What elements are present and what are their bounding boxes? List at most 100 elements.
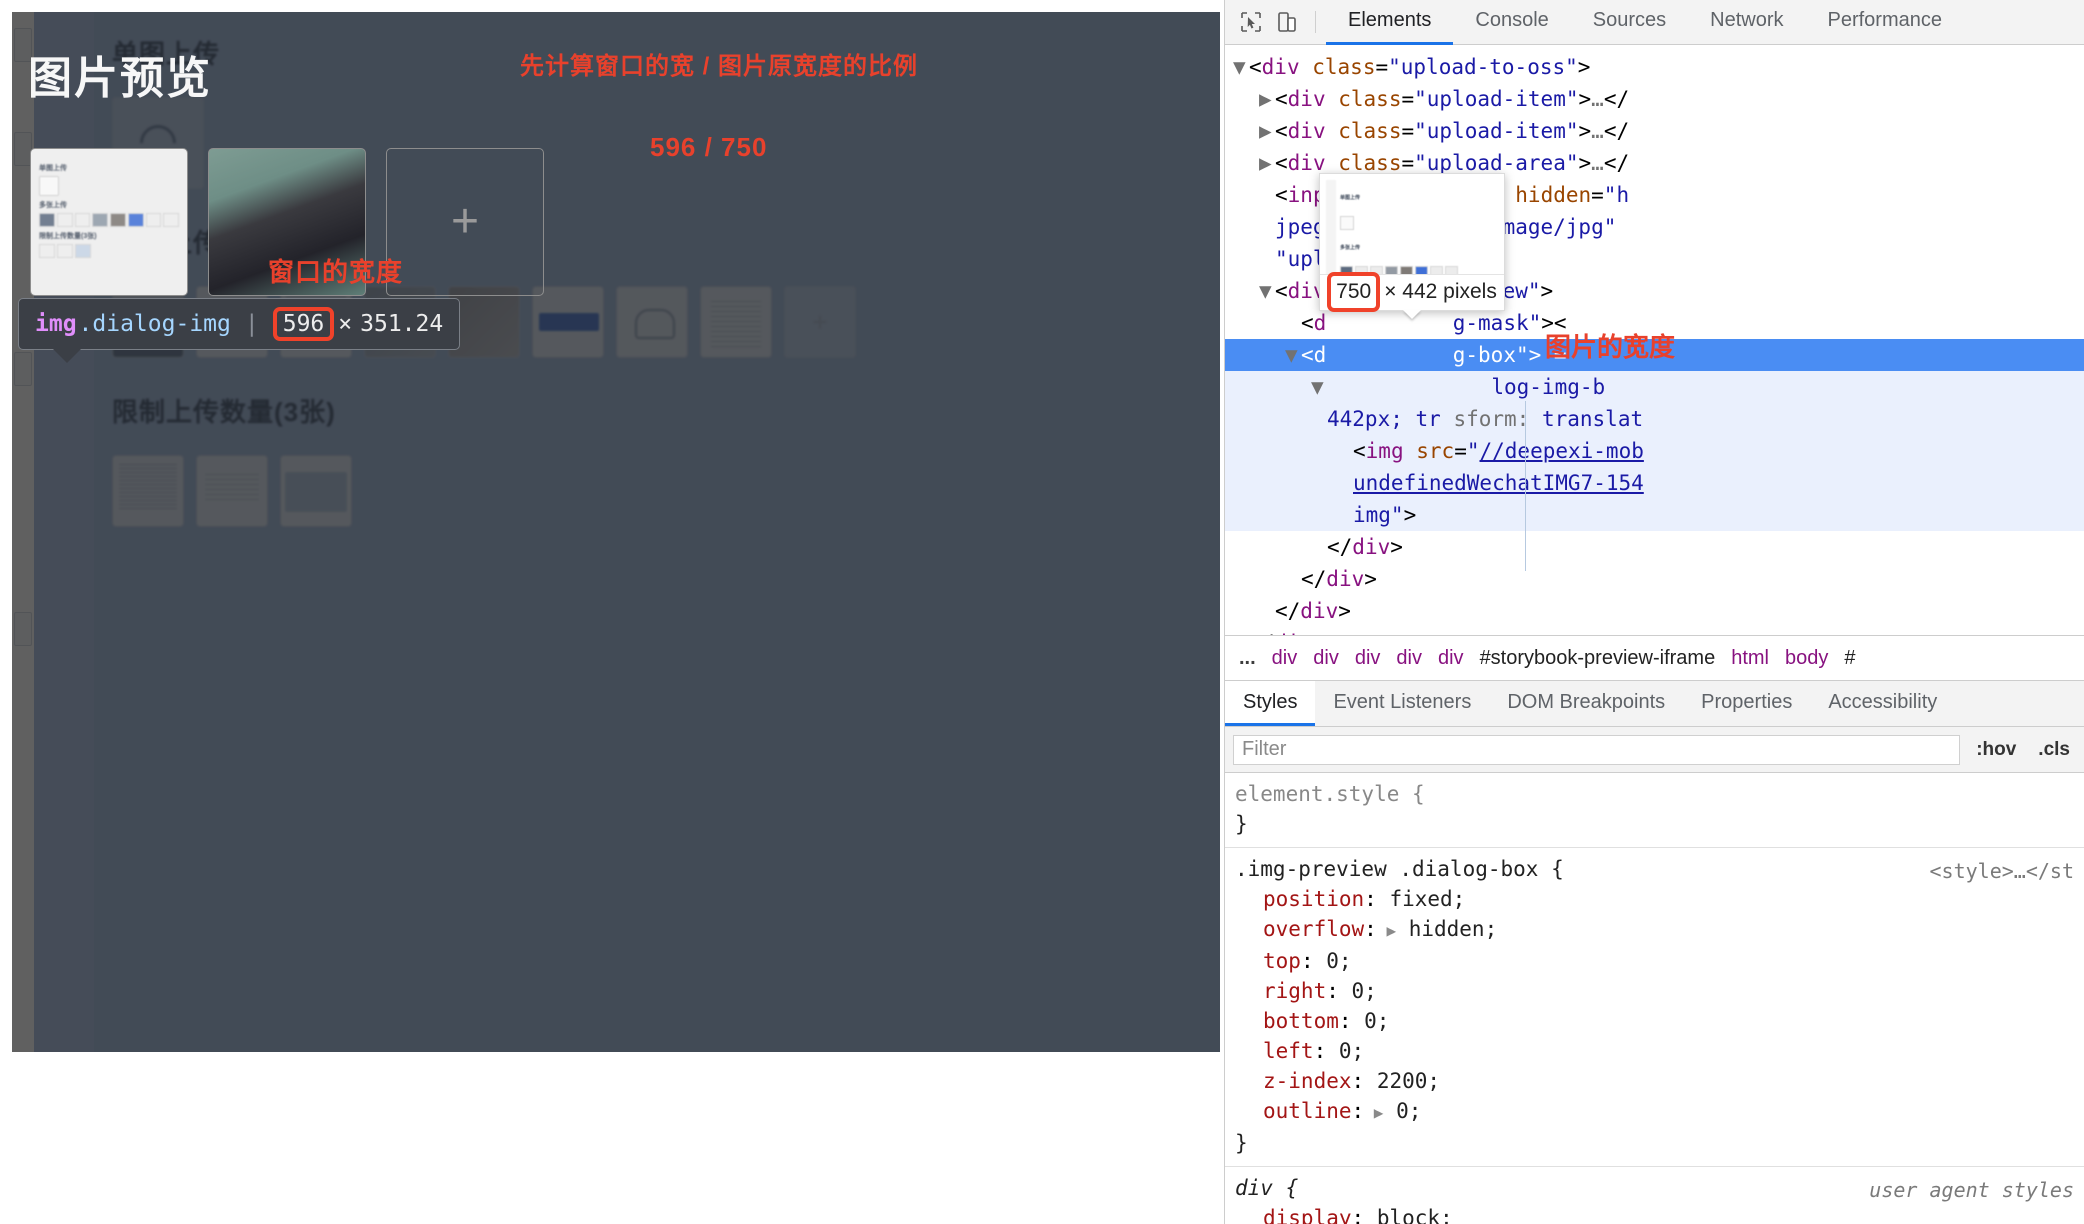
devtools-toolbar: Elements Console Sources Network Perform… xyxy=(1225,0,2084,45)
style-declaration[interactable]: bottom: 0; xyxy=(1225,1006,2084,1036)
style-rule-source[interactable]: user agent styles xyxy=(1869,1175,2074,1205)
dom-node-line[interactable]: <img src="//deepexi-mob xyxy=(1225,435,2084,467)
declaration-value[interactable]: 0; xyxy=(1314,949,1351,973)
declaration-expand-icon[interactable]: ▶ xyxy=(1377,921,1396,940)
breadcrumb: ... div div div div div #storybook-previ… xyxy=(1225,635,2084,682)
breadcrumb-item[interactable]: body xyxy=(1785,647,1828,670)
dom-node-line[interactable]: </div> xyxy=(1225,563,2084,595)
device-toolbar-icon[interactable] xyxy=(1269,6,1305,38)
twisty-collapsed-icon[interactable]: ▶ xyxy=(1259,83,1275,115)
declaration-colon: : xyxy=(1364,917,1377,942)
mini-thumb xyxy=(39,213,55,227)
breadcrumb-item[interactable]: #storybook-preview-iframe xyxy=(1480,647,1716,670)
twisty-expanded-icon[interactable]: ▼ xyxy=(1233,51,1249,83)
mini-thumb xyxy=(145,213,162,227)
popup-heading: 多张上传 xyxy=(1340,245,1361,251)
declaration-colon: : xyxy=(1351,1069,1365,1094)
tooltip-tag-name: img xyxy=(35,311,77,337)
style-declaration[interactable]: left: 0; xyxy=(1225,1036,2084,1066)
dom-node-markup: "upl xyxy=(1275,247,1326,271)
popup-arrow xyxy=(1403,310,1421,319)
breadcrumb-item[interactable]: html xyxy=(1731,647,1769,670)
mini-thumb xyxy=(39,244,55,258)
declaration-value[interactable]: 2200; xyxy=(1364,1069,1440,1093)
style-declaration[interactable]: overflow: ▶ hidden; xyxy=(1225,914,2084,946)
devtools-tabs: Elements Console Sources Network Perform… xyxy=(1326,0,1964,45)
declaration-value[interactable]: block; xyxy=(1364,1206,1453,1224)
declaration-value[interactable]: fixed; xyxy=(1377,887,1465,911)
breadcrumb-item[interactable]: div xyxy=(1396,647,1422,670)
declaration-colon: : xyxy=(1300,949,1314,974)
style-declaration[interactable]: outline: ▶ 0; xyxy=(1225,1096,2084,1128)
cls-toggle-button[interactable]: .cls xyxy=(2032,739,2076,761)
breadcrumb-item[interactable]: div xyxy=(1313,647,1339,670)
style-rule-selector[interactable]: element.style { xyxy=(1225,779,2084,809)
tab-dom-breakpoints[interactable]: DOM Breakpoints xyxy=(1489,681,1683,726)
preview-slot-add[interactable]: + xyxy=(386,148,544,296)
style-declaration[interactable]: position: fixed; xyxy=(1225,884,2084,914)
dom-node-line[interactable]: </div> xyxy=(1225,531,2084,563)
tab-elements[interactable]: Elements xyxy=(1326,0,1454,45)
preview-slot-screenshot[interactable]: 单图上传 多张上传 限制上传数量(3张) xyxy=(30,148,188,296)
declaration-colon: : xyxy=(1338,1009,1352,1034)
tab-accessibility[interactable]: Accessibility xyxy=(1810,681,1955,726)
declaration-property: display xyxy=(1263,1206,1352,1224)
breadcrumb-item[interactable]: ... xyxy=(1239,647,1256,670)
tab-console[interactable]: Console xyxy=(1453,0,1570,45)
declaration-value[interactable]: hidden; xyxy=(1396,917,1498,941)
tab-performance[interactable]: Performance xyxy=(1806,0,1965,45)
dom-node-line[interactable]: </div> xyxy=(1225,595,2084,627)
twisty-expanded-icon[interactable]: ▼ xyxy=(1311,371,1327,403)
tab-event-listeners[interactable]: Event Listeners xyxy=(1315,681,1489,726)
breadcrumb-item[interactable]: div xyxy=(1272,647,1298,670)
style-declaration[interactable]: top: 0; xyxy=(1225,946,2084,976)
tab-network[interactable]: Network xyxy=(1688,0,1805,45)
image-preview-thumbnail: 单图上传 多张上传 限制上传数量( xyxy=(1326,180,1498,276)
declaration-expand-icon[interactable]: ▶ xyxy=(1364,1103,1384,1122)
style-declaration[interactable]: z-index: 2200; xyxy=(1225,1066,2084,1096)
breadcrumb-item[interactable]: div xyxy=(1438,647,1464,670)
dom-node-line[interactable]: </div> xyxy=(1225,627,2084,635)
dom-node-line[interactable]: ▼ log-img-b xyxy=(1225,371,2084,403)
mini-thumb xyxy=(92,213,108,227)
mini-heading: 多张上传 xyxy=(39,202,67,209)
declaration-value[interactable]: 0; xyxy=(1339,979,1377,1003)
breadcrumb-item[interactable]: # xyxy=(1844,647,1855,670)
filter-input[interactable] xyxy=(1233,734,1961,765)
tab-styles[interactable]: Styles xyxy=(1225,681,1316,727)
dom-node-line[interactable]: ▶ <div class="upload-item">…</ xyxy=(1225,83,2084,115)
mini-thumb xyxy=(57,244,73,258)
breadcrumb-item[interactable]: div xyxy=(1355,647,1381,670)
twisty-collapsed-icon[interactable]: ▶ xyxy=(1259,115,1275,147)
dom-node-line[interactable]: img"> xyxy=(1225,499,2084,531)
styles-pane[interactable]: element.style {} <style>…</st .img-preview… xyxy=(1225,773,2084,1224)
annotation-ratio-values: 596 / 750 xyxy=(650,132,768,162)
dom-node-line[interactable]: 442px; tr sform: translat xyxy=(1225,403,2084,435)
cursor-select-icon[interactable] xyxy=(1233,6,1269,38)
style-declaration[interactable]: display: block; xyxy=(1225,1203,2084,1224)
declaration-value[interactable]: 0; xyxy=(1383,1099,1421,1123)
browser-viewport: 单图上传 多张上传 xyxy=(0,0,1224,1224)
style-rule-source[interactable]: <style>…</st xyxy=(1930,856,2075,886)
tab-sources[interactable]: Sources xyxy=(1571,0,1688,45)
element-inspect-tooltip: img .dialog-img | 596 × 351.24 xyxy=(18,298,461,363)
dom-node-line[interactable]: ▶ <div class="upload-item">…</ xyxy=(1225,115,2084,147)
twisty-collapsed-icon[interactable]: ▶ xyxy=(1259,147,1275,179)
twisty-expanded-icon[interactable]: ▼ xyxy=(1259,275,1275,307)
declaration-colon: : xyxy=(1326,979,1339,1004)
dom-node-markup: <img src="//deepexi-mob xyxy=(1353,439,1644,463)
dom-node-line[interactable]: undefinedWechatIMG7-154 xyxy=(1225,467,2084,499)
devtools-screenshot: 单图上传 多张上传 xyxy=(0,0,2084,1224)
styles-filter-bar: :hov .cls xyxy=(1225,727,2084,774)
style-declaration[interactable]: right: 0; xyxy=(1225,976,2084,1006)
declaration-value[interactable]: 0; xyxy=(1326,1039,1364,1063)
dom-node-line[interactable]: ▼ <div class="upload-to-oss"> xyxy=(1225,51,2084,83)
mini-placeholder xyxy=(39,176,59,196)
hov-toggle-button[interactable]: :hov xyxy=(1970,739,2022,761)
dom-tree[interactable]: ▼ <div class="upload-to-oss"> ▶ <div class=… xyxy=(1225,45,2084,636)
dom-node-markup: log-img-b xyxy=(1327,375,1606,399)
declaration-colon: : xyxy=(1351,1099,1365,1124)
twisty-expanded-icon[interactable]: ▼ xyxy=(1285,339,1301,371)
declaration-value[interactable]: 0; xyxy=(1352,1009,1389,1033)
tab-properties[interactable]: Properties xyxy=(1683,681,1810,726)
